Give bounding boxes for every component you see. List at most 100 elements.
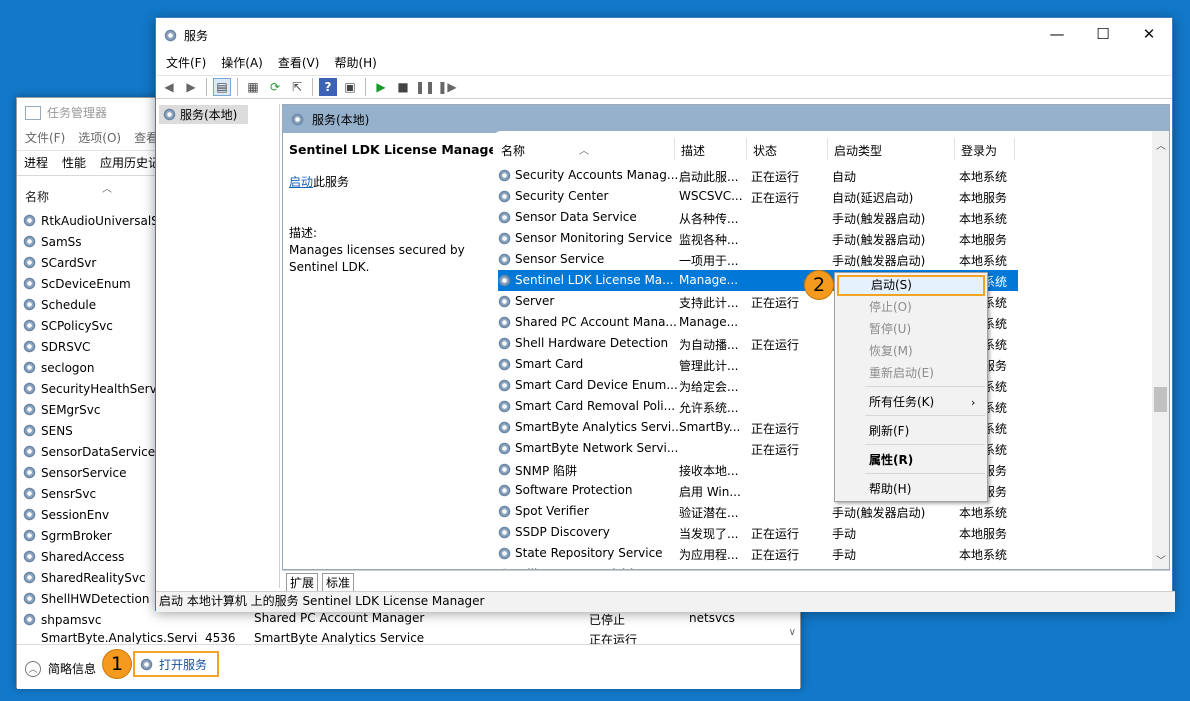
col-status[interactable]: 状态	[753, 142, 777, 159]
table-row[interactable]: Spot Verifier 验证潜在... 手动(触发器启动) 本地系统	[498, 501, 1018, 522]
service-desc: 为应用程...	[679, 548, 739, 562]
start-service-icon[interactable]: ▶	[372, 78, 390, 96]
service-gear-icon	[498, 526, 511, 539]
context-menu-item[interactable]: 刷新(F)	[837, 421, 985, 442]
list-item[interactable]: SamSs	[23, 231, 173, 252]
context-menu-item[interactable]: 帮助(H)	[837, 479, 985, 500]
menu-action[interactable]: 操作(A)	[221, 54, 263, 71]
context-menu-item: 暂停(U)	[869, 322, 912, 336]
scroll-down-icon[interactable]: ﹀	[1156, 552, 1166, 567]
service-gear-icon	[498, 232, 511, 245]
list-item[interactable]: SDRSVC	[23, 336, 173, 357]
scroll-down-icon[interactable]: ∨	[789, 627, 796, 638]
toolbar-separator	[237, 78, 238, 96]
menu-help[interactable]: 帮助(H)	[334, 54, 376, 71]
tab-extended[interactable]: 扩展	[286, 573, 319, 591]
export-list-icon[interactable]: ⇱	[288, 78, 306, 96]
table-row[interactable]: Sensor Service 一项用于... 手动(触发器启动) 本地系统	[498, 249, 1018, 270]
help-icon[interactable]: ?	[319, 78, 337, 96]
col-logon-as[interactable]: 登录为	[961, 142, 997, 159]
list-item[interactable]: SENS	[23, 420, 173, 441]
list-item[interactable]: ShellHWDetection	[23, 588, 173, 609]
service-desc: 验证潜在...	[679, 506, 739, 520]
service-gear-icon	[498, 484, 511, 497]
service-gear-icon	[498, 169, 511, 182]
back-arrow-icon[interactable]: ◀	[160, 78, 178, 96]
table-row[interactable]: SSDP Discovery 当发现了... 正在运行 手动 本地服务	[498, 522, 1018, 543]
table-row[interactable]: Security Accounts Manag... 启动此服... 正在运行 自动 本…	[498, 165, 1018, 186]
close-button[interactable]: ✕	[1126, 18, 1172, 50]
console-tree: 服务(本地)	[158, 104, 280, 588]
col-name[interactable]: 名称	[501, 142, 525, 159]
tab-processes[interactable]: 进程	[17, 151, 55, 175]
list-item[interactable]: SCardSvr	[23, 252, 173, 273]
tab-performance[interactable]: 性能	[55, 151, 93, 175]
menu-separator	[865, 415, 985, 416]
service-desc: 为给定会...	[679, 380, 739, 394]
context-menu-item[interactable]: 启动(S)	[837, 275, 985, 296]
forward-arrow-icon[interactable]: ▶	[182, 78, 200, 96]
context-menu-item[interactable]: 所有任务(K)	[837, 392, 985, 413]
list-item[interactable]: SessionEnv	[23, 504, 173, 525]
list-item[interactable]: SensrSvc	[23, 483, 173, 504]
list-item[interactable]: ScDeviceEnum	[23, 273, 173, 294]
service-logon: 本地系统	[959, 548, 1008, 562]
start-service-link[interactable]: 启动	[289, 175, 313, 189]
vertical-scrollbar[interactable]: ︿ ﹀	[1152, 131, 1169, 569]
action-pane-icon[interactable]: ▣	[341, 78, 359, 96]
stop-service-icon[interactable]: ■	[394, 78, 412, 96]
table-row[interactable]: Sensor Data Service 从各种传... 手动(触发器启动) 本地系统	[498, 207, 1018, 228]
properties-sheet-icon[interactable]: ▦	[244, 78, 262, 96]
list-item[interactable]: SensorService	[23, 462, 173, 483]
refresh-icon[interactable]: ⟳	[266, 78, 284, 96]
service-desc: 当发现了...	[679, 527, 739, 541]
taskmgr-menu-options[interactable]: 选项(O)	[78, 129, 121, 146]
list-item[interactable]: shpamsvc	[23, 609, 101, 630]
service-status: 正在运行	[751, 191, 800, 205]
open-services-button[interactable]: 打开服务	[133, 651, 219, 677]
service-desc: SmartBy...	[679, 420, 741, 434]
taskmgr-menu-file[interactable]: 文件(F)	[25, 129, 65, 146]
table-row[interactable]: State Repository Service 为应用程... 正在运行 手动 本地系…	[498, 543, 1018, 564]
services-toolbar: ◀ ▶ ▤ ▦ ⟳ ⇱ ? ▣ ▶ ■ ❚❚ ❚▶	[156, 75, 1172, 99]
list-item[interactable]: SharedRealitySvc	[23, 567, 173, 588]
service-desc: 管理此计...	[679, 359, 739, 373]
scroll-up-icon[interactable]: ︿	[1156, 137, 1166, 152]
list-item[interactable]: SgrmBroker	[23, 525, 173, 546]
list-item[interactable]: SEMgrSvc	[23, 399, 173, 420]
show-console-tree-icon[interactable]: ▤	[213, 78, 231, 96]
taskmgr-titlebar: 任务管理器	[25, 104, 107, 121]
list-item[interactable]: SharedAccess	[23, 546, 173, 567]
scroll-thumb[interactable]	[1154, 387, 1167, 412]
list-item[interactable]: SecurityHealthServic	[23, 378, 173, 399]
taskmgr-col-name[interactable]: 名称	[25, 188, 49, 205]
taskmgr-service-list: RtkAudioUniversalSe SamSs SCardSvr ScDev…	[23, 210, 173, 609]
col-startup-type[interactable]: 启动类型	[834, 142, 882, 159]
maximize-button[interactable]: ☐	[1080, 18, 1126, 50]
list-item[interactable]: RtkAudioUniversalSe	[23, 210, 173, 231]
context-menu-item[interactable]: 属性(R)	[837, 450, 985, 471]
service-name: Sentinel LDK License Ma...	[515, 273, 674, 287]
restart-service-icon[interactable]: ❚▶	[437, 78, 456, 96]
menu-file[interactable]: 文件(F)	[166, 54, 206, 71]
selected-service-name: Sentinel LDK License Manager	[289, 142, 504, 157]
service-desc: Manage...	[679, 273, 739, 287]
service-name: SmartByte Analytics Servi...	[515, 420, 683, 434]
list-item[interactable]: SensorDataService	[23, 441, 173, 462]
brief-info-button[interactable]: ︿ 简略信息	[25, 660, 96, 677]
menu-view[interactable]: 查看(V)	[278, 54, 320, 71]
tree-node-services-local[interactable]: 服务(本地)	[159, 105, 248, 124]
list-item[interactable]: SCPolicySvc	[23, 315, 173, 336]
table-row[interactable]: Sensor Monitoring Service 监视各种... 手动(触发器启动…	[498, 228, 1018, 249]
taskmgr-visible-rows: shpamsvc Shared PC Account Manager 已停止 n…	[17, 608, 800, 644]
pause-service-icon[interactable]: ❚❚	[415, 78, 435, 96]
table-row[interactable]: Security Center WSCSVC... 正在运行 自动(延迟启动) 本地服务	[498, 186, 1018, 207]
col-description[interactable]: 描述	[681, 142, 705, 159]
service-name: Sensor Data Service	[515, 210, 637, 224]
minimize-button[interactable]: —	[1034, 18, 1080, 50]
tab-standard[interactable]: 标准	[322, 573, 355, 591]
list-item[interactable]: seclogon	[23, 357, 173, 378]
list-item[interactable]: Schedule	[23, 294, 173, 315]
service-desc: 为自动播...	[679, 338, 739, 352]
service-status: 正在运行	[751, 170, 800, 184]
